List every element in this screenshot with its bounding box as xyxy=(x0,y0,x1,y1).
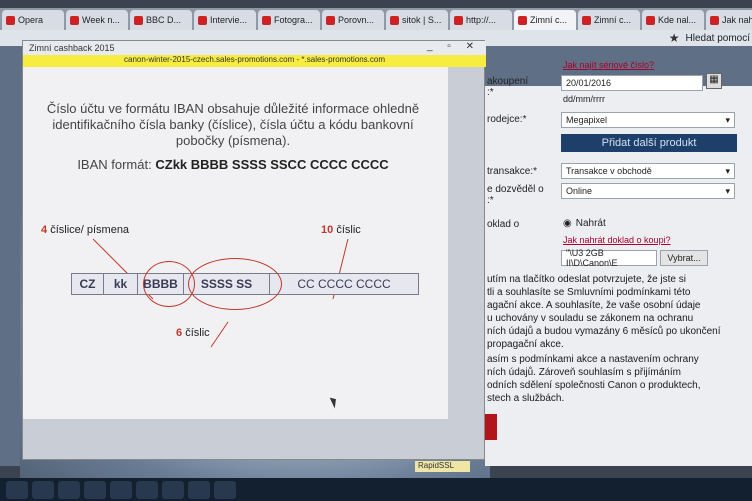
iban-segment-account: CC CCCC CCCC xyxy=(297,277,391,291)
seller-select-value: Megapixel xyxy=(566,115,608,125)
tab-favicon-icon xyxy=(198,15,207,25)
screen: Opera Week n... BBC D... Intervie... Fotogra… xyxy=(0,0,752,501)
tab-favicon-icon xyxy=(6,15,15,25)
chevron-down-icon: ▾ xyxy=(725,114,730,125)
bookmarks-area: ★ Hledat pomocí xyxy=(669,30,750,46)
learned-select[interactable]: Online ▾ xyxy=(561,183,735,199)
tab-favicon-icon xyxy=(710,15,719,25)
learned-label: e dozvěděl o :* xyxy=(487,184,544,206)
seller-label: rodejce:* xyxy=(487,114,527,125)
rapidssl-badge: RapidSSL xyxy=(415,461,470,472)
branch-highlight-circle xyxy=(188,258,282,310)
browser-tab[interactable]: Opera xyxy=(2,10,64,30)
iban-slide: Číslo účtu ve formátu IBAN obsahuje důle… xyxy=(23,67,448,419)
browser-tab[interactable]: Porovn... xyxy=(322,10,384,30)
tab-label: sitok | S... xyxy=(402,15,442,25)
tab-label: BBC D... xyxy=(146,15,182,25)
popup-url: canon-winter-2015-czech.sales-promotions… xyxy=(23,55,486,67)
file-path-input[interactable]: "\U3 2GB II\D\Canon\E xyxy=(561,248,657,268)
date-format-hint: dd/mm/rrrr xyxy=(563,94,605,104)
browse-button[interactable]: Vybrat... xyxy=(660,250,708,266)
tab-favicon-icon xyxy=(326,15,335,25)
chevron-down-icon: ▾ xyxy=(725,185,730,196)
serial-number-link[interactable]: Jak najít sériové číslo? xyxy=(563,60,654,70)
star-icon[interactable]: ★ xyxy=(669,31,680,45)
tab-label: Kde nal... xyxy=(658,15,697,25)
browser-tab[interactable]: Week n... xyxy=(66,10,128,30)
tab-favicon-icon xyxy=(390,15,399,25)
windows-taskbar xyxy=(0,478,752,501)
taskbar-app-icon[interactable] xyxy=(110,480,132,499)
browser-tab[interactable]: Zimní c... xyxy=(578,10,640,30)
tab-favicon-icon xyxy=(454,15,463,25)
transaction-select-value: Transakce v obchodě xyxy=(566,166,652,176)
terms-paragraph: asím s podmínkami akce a nastavením ochr… xyxy=(487,354,701,404)
purchase-date-label: akoupení :* xyxy=(487,76,529,98)
calendar-icon[interactable]: ▦ xyxy=(706,73,722,89)
browser-tab[interactable]: Kde nal... xyxy=(642,10,704,30)
transaction-select[interactable]: Transakce v obchodě ▾ xyxy=(561,163,735,179)
tab-label: Zimní c... xyxy=(594,15,632,25)
iban-segment-country: CZ xyxy=(72,274,104,294)
taskbar-app-icon[interactable] xyxy=(136,480,158,499)
tab-label: Porovn... xyxy=(338,15,375,25)
tab-label: Zimní c... xyxy=(530,15,568,25)
tab-label: Fotogra... xyxy=(274,15,313,25)
browser-tab[interactable]: Jak nah... xyxy=(706,10,752,30)
proof-label: oklad o xyxy=(487,219,520,230)
browser-tab-bar: Opera Week n... BBC D... Intervie... Fotogra… xyxy=(0,8,752,30)
transaction-label: transakce:* xyxy=(487,166,538,177)
tab-label: Intervie... xyxy=(210,15,248,25)
search-engine-label[interactable]: Hledat pomocí xyxy=(686,33,750,44)
upload-radio-label: Nahrát xyxy=(575,218,606,229)
chevron-down-icon: ▾ xyxy=(725,165,730,176)
taskbar-app-icon[interactable] xyxy=(214,480,236,499)
browser-tab[interactable]: sitok | S... xyxy=(386,10,448,30)
tab-favicon-icon xyxy=(518,15,527,25)
consent-paragraph: utím na tlačítko odeslat potvrzujete, že… xyxy=(487,274,721,350)
upload-radio[interactable]: ◉ Nahrát xyxy=(563,218,606,229)
browser-tab[interactable]: Intervie... xyxy=(194,10,256,30)
iban-segment-check: kk xyxy=(104,274,138,294)
browser-tab[interactable]: BBC D... xyxy=(130,10,192,30)
tab-label: Jak nah... xyxy=(722,15,752,25)
pointer-lines xyxy=(92,238,349,348)
taskbar-app-icon[interactable] xyxy=(188,480,210,499)
window-controls[interactable]: _ ▫ ✕ xyxy=(427,41,480,52)
popup-title: Zimní cashback 2015 xyxy=(23,41,486,55)
tab-favicon-icon xyxy=(70,15,79,25)
pointer-line-branch xyxy=(210,321,229,348)
tab-label: http://... xyxy=(466,15,497,25)
taskbar-app-icon[interactable] xyxy=(162,480,184,499)
start-icon[interactable] xyxy=(6,480,28,499)
taskbar-app-icon[interactable] xyxy=(58,480,80,499)
tab-favicon-icon xyxy=(262,15,271,25)
tab-favicon-icon xyxy=(134,15,143,25)
taskbar-app-icon[interactable] xyxy=(32,480,54,499)
tab-label: Week n... xyxy=(82,15,120,25)
submit-button-partial[interactable] xyxy=(485,414,497,440)
purchase-date-input[interactable]: 20/01/2016 xyxy=(561,75,703,91)
browser-tab[interactable]: http://... xyxy=(450,10,512,30)
taskbar-app-icon[interactable] xyxy=(84,480,106,499)
tab-favicon-icon xyxy=(582,15,591,25)
proof-upload-link[interactable]: Jak nahrát doklad o koupi? xyxy=(563,235,671,245)
browser-tab[interactable]: Fotogra... xyxy=(258,10,320,30)
seller-select[interactable]: Megapixel ▾ xyxy=(561,112,735,128)
tab-favicon-icon xyxy=(646,15,655,25)
tab-label: Opera xyxy=(18,15,44,25)
radio-selected-icon: ◉ xyxy=(563,218,572,229)
browser-tab[interactable]: Zimní c... xyxy=(514,10,576,30)
learned-select-value: Online xyxy=(566,186,593,196)
add-product-button[interactable]: Přidat další produkt xyxy=(561,134,737,152)
iban-popup-window: Zimní cashback 2015 _ ▫ ✕ canon-winter-2… xyxy=(22,40,486,460)
